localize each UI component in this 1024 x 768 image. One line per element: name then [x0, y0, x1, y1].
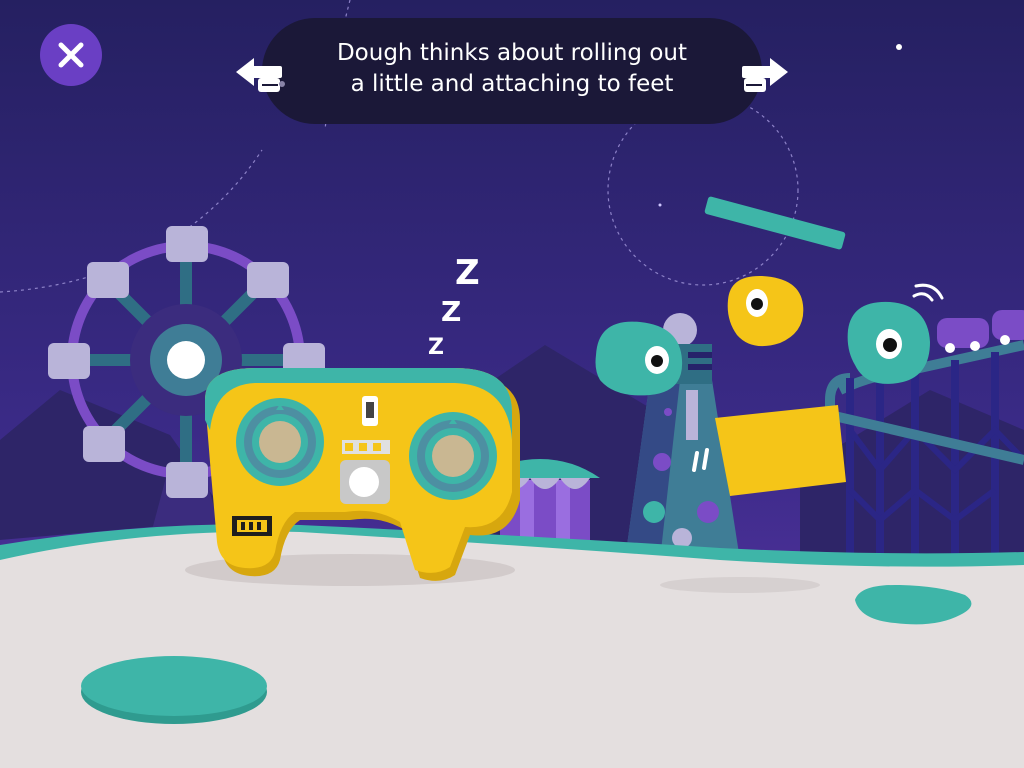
caption-text: Dough thinks about rolling out a little … [312, 38, 712, 100]
ground-shadow [660, 577, 820, 593]
sleep-z-large: Z [455, 253, 480, 293]
sleep-z-medium: Z [441, 295, 461, 328]
star [896, 44, 902, 50]
sleep-z-small: Z [428, 335, 444, 360]
pointing-hand-right-icon [742, 58, 788, 92]
teal-blob-character-left [595, 321, 683, 396]
caption-line-2: a little and attaching to feet [350, 71, 674, 97]
yellow-blob-character [727, 275, 804, 347]
star [658, 203, 662, 207]
yellow-bucket-piece [715, 405, 846, 496]
close-button[interactable] [40, 24, 102, 86]
previous-step-button[interactable] [232, 44, 290, 100]
dough-puddle [81, 656, 267, 716]
game-stage: Z Z Z Dough thinks about rolling out a l… [0, 0, 1024, 768]
next-step-button[interactable] [734, 44, 792, 100]
caption-line-1: Dough thinks about rolling out [336, 40, 688, 66]
pointing-hand-left-icon [236, 58, 285, 92]
close-icon [58, 42, 84, 68]
